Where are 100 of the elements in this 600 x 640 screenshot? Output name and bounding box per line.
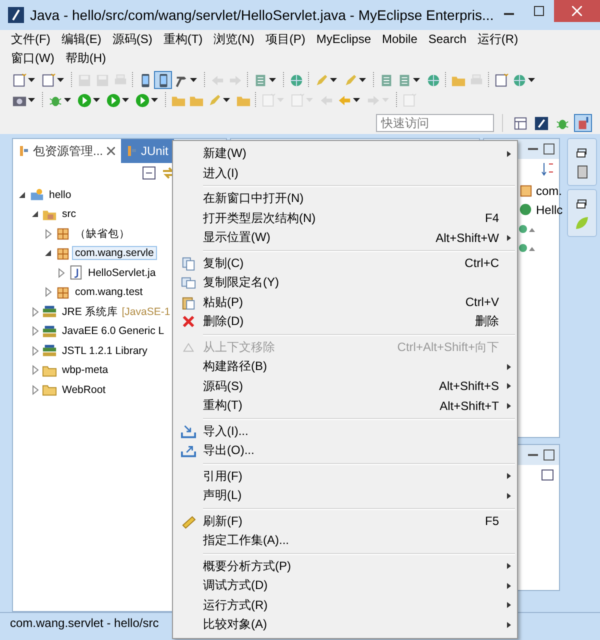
package-icon [55,284,70,300]
new-file-icon[interactable] [541,468,555,482]
submenu-arrow-icon [507,234,511,241]
menu-item[interactable]: 引用(F) [173,466,517,486]
menu-item[interactable]: 重构(T) [158,30,209,49]
menu-item[interactable]: 帮助(H) [60,49,112,68]
menu-item[interactable]: 刷新(F) F5 [173,512,517,531]
expand-arrow-icon[interactable] [30,384,40,395]
menu-item[interactable]: 声明(L) [173,486,517,506]
submenu-arrow-icon [507,622,511,628]
menu-item[interactable]: 显示位置(W) Alt+Shift+W [173,228,517,248]
expand-arrow-icon[interactable] [56,268,66,278]
menu-item[interactable]: Search [423,30,472,49]
menu-item[interactable]: 复制(C) Ctrl+C [173,254,517,273]
menu-item[interactable]: 新建(W) [173,144,517,164]
menu-item[interactable]: 导入(I)... [173,422,517,441]
logo-icon [8,7,24,23]
submenu-arrow-icon [507,383,511,390]
maximize-icon[interactable] [543,143,555,155]
export-icon [180,443,196,458]
method-icon [518,242,538,252]
menu-item[interactable]: 比较对象(A) [173,615,517,634]
class-icon [518,202,533,217]
logo-icon[interactable] [532,114,550,132]
tree-item[interactable]: （缺省包） [72,226,133,242]
menu-item[interactable]: 指定工作集(A)... [173,531,517,550]
submenu-arrow-icon [507,402,511,409]
collapse-arrow-icon[interactable] [17,190,27,200]
java-file-icon [68,265,83,280]
panel-tab[interactable]: JUnit [121,139,174,163]
menu-item[interactable]: 源码(S) [107,30,158,49]
submenu-arrow-icon [507,563,511,570]
menu-item[interactable]: 重构(T) Alt+Shift+T [173,396,517,416]
library-icon [42,304,57,320]
tree-item[interactable]: com.wang.test [72,285,146,300]
method-icon [518,224,538,234]
collapse-arrow-icon[interactable] [43,248,53,258]
expand-arrow-icon[interactable] [30,326,40,336]
collapse-arrow-icon[interactable] [30,209,40,220]
expand-arrow-icon[interactable] [30,346,40,356]
menu-item[interactable]: 运行方式(R) [173,596,517,615]
menu-item[interactable]: 文件(F) [6,30,56,49]
tree-item[interactable]: wbp-meta [59,363,112,378]
quick-access-field[interactable]: 快速访问 [376,114,494,132]
menu-item[interactable]: 复制限定名(Y) [173,273,517,292]
menu-item[interactable]: MyEclipse [311,30,378,49]
package-icon [518,183,533,198]
maximize-icon[interactable] [543,449,555,461]
document-icon[interactable] [575,165,589,179]
menu-item[interactable]: 概要分析方式(P) [173,556,517,576]
refresh-icon [180,514,196,529]
expand-arrow-icon[interactable] [43,228,53,239]
menu-item[interactable]: 打开类型层次结构(N) F4 [173,208,517,228]
outline-item[interactable]: Hellc [536,202,563,216]
menu-item[interactable]: 构建路径(B) [173,357,517,376]
phone-icon[interactable] [154,71,172,89]
delete-icon [180,314,196,330]
menu-item[interactable]: 项目(P) [260,30,312,49]
submenu-arrow-icon [507,473,511,480]
submenu-arrow-icon [507,150,511,157]
submenu-arrow-icon [507,582,511,589]
expand-arrow-icon[interactable] [30,365,40,376]
maximize-icon[interactable] [534,6,544,16]
close-icon [572,6,582,16]
tree-item[interactable]: src [59,207,79,222]
project-icon [29,187,44,202]
menu-item[interactable]: 编辑(E) [56,30,108,49]
close-button[interactable] [554,0,600,22]
collapse-all-icon[interactable] [142,166,156,180]
menu-item[interactable]: 运行(R) [472,30,524,49]
menu-item[interactable]: 源码(S) Alt+Shift+S [173,376,517,396]
tree-item[interactable]: com.wang.servle [72,246,157,260]
menu-item[interactable]: 调试方式(D) [173,576,517,596]
tree-item[interactable]: JRE 系统库 [59,304,121,320]
tree-item[interactable]: JavaEE 6.0 Generic L [59,324,168,338]
menu-item[interactable]: 浏览(N) [208,30,260,49]
tree-item[interactable]: hello [46,188,74,202]
menu-item[interactable]: 窗口(W) [6,49,60,68]
outline-item[interactable]: com. [536,184,562,198]
close-icon[interactable] [107,147,116,155]
library-icon [42,343,57,358]
menu-item[interactable]: 粘贴(P) Ctrl+V [173,292,517,312]
package-icon [55,226,70,242]
panel-tab[interactable]: 包资源管理... [13,139,122,163]
menu-item[interactable]: Mobile [377,30,424,49]
menu-item[interactable]: 在新窗口中打开(N) [173,189,517,208]
tree-item[interactable]: WebRoot [59,382,109,397]
menu-item[interactable]: 导出(O)... [173,441,517,460]
tree-item[interactable]: HelloServlet.ja [85,266,159,280]
menu-item[interactable]: 进入(I) [173,164,517,183]
submenu-arrow-icon [507,602,511,608]
sort-icon[interactable] [541,162,555,176]
status-text: com.wang.servlet - hello/src [10,616,159,630]
menu-item[interactable]: 删除(D) 删除 [173,312,517,332]
tree-item[interactable]: JSTL 1.2.1 Library [59,344,150,358]
expand-arrow-icon[interactable] [30,306,40,317]
import-icon [180,424,196,439]
submenu-arrow-icon [507,364,511,370]
expand-arrow-icon[interactable] [43,287,53,298]
clipboard-icon [180,294,196,310]
